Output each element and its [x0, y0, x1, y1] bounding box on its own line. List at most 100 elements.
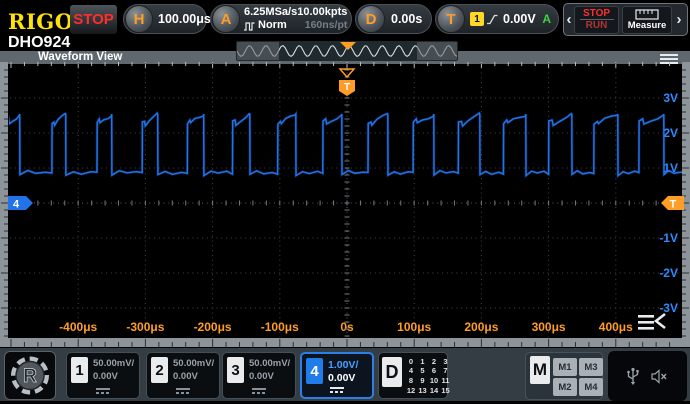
time-axis-label: 300μs: [532, 320, 566, 334]
digital-pin-label: 10: [429, 376, 439, 386]
memory-depth: 10.00kpts: [297, 6, 348, 18]
channel-4-scale: 1.00V/: [328, 359, 359, 371]
trigger-level-label: T: [670, 199, 677, 211]
channel-3-badge: 3: [227, 357, 244, 383]
horizontal-scale: 100.00μs/: [158, 12, 215, 26]
stop-run-button[interactable]: STOP RUN: [574, 5, 619, 34]
status-icons-box: [608, 351, 687, 401]
channel-4-offset: 0.00V: [328, 372, 356, 384]
settings-gear-button[interactable]: R: [4, 351, 56, 400]
rising-slope-icon: [487, 14, 498, 24]
acquire-knob-icon[interactable]: A: [212, 5, 240, 33]
digital-channels-box[interactable]: D 0 1 2 3 4 5 6 7 8 9 10 11 12 13 14 15: [378, 352, 450, 399]
pulse-mode-icon: [244, 21, 255, 31]
digital-pin-label: 6: [431, 366, 437, 376]
waveform-trace-ch4[interactable]: [0, 111, 690, 178]
volt-axis-label: -1V: [659, 231, 678, 245]
channel-1-box[interactable]: 1 50.00mV/ 0.00V: [66, 352, 140, 399]
coupling-icon: [176, 388, 190, 394]
digital-pin-label: 7: [443, 366, 448, 376]
waveform-overview-bar[interactable]: [236, 41, 458, 61]
math-m2-button[interactable]: M2: [553, 378, 577, 396]
channel-4-badge: 4: [306, 358, 323, 384]
trigger-panel[interactable]: T 1 0.00V A: [435, 4, 559, 34]
coupling-icon: [96, 388, 110, 394]
measure-button[interactable]: Measure: [622, 5, 672, 34]
math-m1-button[interactable]: M1: [553, 358, 577, 376]
volt-axis-label: -2V: [659, 266, 678, 280]
sample-resolution: 160ns/pt: [304, 19, 348, 31]
volt-axis-label: 3V: [663, 91, 678, 105]
digital-pin-label: 11: [441, 376, 450, 386]
channel-2-offset: 0.00V: [173, 371, 198, 382]
channel-2-scale: 50.00mV/: [173, 358, 215, 369]
usb-icon: [627, 367, 639, 385]
digital-pin-label: 15: [441, 385, 450, 395]
channel-3-scale: 50.00mV/: [249, 358, 291, 369]
time-axis-label: -300μs: [126, 320, 164, 334]
collapse-menu-icon[interactable]: [638, 312, 666, 330]
time-axis-label: 100μs: [397, 320, 431, 334]
acquisition-status-badge: STOP: [70, 5, 117, 34]
volt-axis-label: 2V: [663, 126, 678, 140]
digital-pin-label: 0: [408, 356, 414, 366]
channel-2-badge: 2: [151, 357, 168, 383]
quick-menu-cluster: ‹ STOP RUN Measure ›: [563, 3, 688, 36]
waveform-glow: [9, 108, 682, 179]
next-page-button[interactable]: ›: [674, 11, 684, 28]
channel-1-offset: 0.00V: [93, 371, 118, 382]
rigol-gear-icon: R: [11, 356, 49, 395]
delay-value: 0.00s: [391, 12, 423, 26]
bottom-ruler: [0, 338, 690, 347]
channel-2-box[interactable]: 2 50.00mV/ 0.00V: [146, 352, 220, 399]
channel-1-badge: 1: [71, 357, 88, 383]
delay-panel[interactable]: D 0.00s: [355, 4, 432, 34]
digital-pin-label: 8: [408, 376, 414, 386]
ruler-icon: [635, 8, 659, 20]
acquire-panel[interactable]: A 6.25MSa/s Norm 10.00kpts 160ns/pt: [210, 4, 352, 34]
coupling-icon: [330, 387, 344, 393]
math-box[interactable]: M M1 M3 M2 M4: [525, 352, 603, 400]
time-axis-label: -400μs: [59, 320, 97, 334]
speaker-muted-icon[interactable]: [651, 368, 668, 384]
digital-pin-label: 4: [408, 366, 414, 376]
digital-badge: D: [382, 357, 402, 387]
math-badge: M: [530, 356, 550, 384]
sample-rate: 6.25MSa/s: [244, 6, 298, 18]
channel-3-offset: 0.00V: [249, 371, 274, 382]
digital-pin-label: 14: [429, 385, 439, 395]
channel-3-box[interactable]: 3 50.00mV/ 0.00V: [222, 352, 296, 399]
auto-indicator: A: [542, 12, 551, 26]
digital-pin-label: 5: [420, 366, 425, 376]
time-axis-label: 400μs: [599, 320, 633, 334]
coupling-icon: [252, 388, 266, 394]
oscilloscope-screen: RIGOL STOP H 100.00μs/ A 6.25MSa/s Norm …: [0, 0, 690, 404]
trigger-level: 0.00V: [503, 12, 536, 26]
time-axis-label: -100μs: [261, 320, 299, 334]
top-ticks: [10, 62, 671, 68]
digital-pin-label: 2: [431, 356, 437, 366]
digital-pin-label: 1: [420, 356, 425, 366]
trigger-position-label: T: [344, 82, 350, 93]
model-label: DHO924: [8, 34, 71, 51]
horizontal-knob-icon[interactable]: H: [125, 5, 153, 33]
svg-text:R: R: [23, 366, 37, 387]
channel-4-offset-label: 4: [13, 199, 20, 211]
trigger-source-badge: 1: [470, 12, 484, 26]
horizontal-panel[interactable]: H 100.00μs/: [123, 4, 214, 34]
trigger-knob-icon[interactable]: T: [437, 5, 465, 33]
channel-4-offset-marker[interactable]: [8, 196, 33, 210]
channel-1-scale: 50.00mV/: [93, 358, 135, 369]
math-m3-button[interactable]: M3: [579, 358, 603, 376]
digital-pin-label: 12: [406, 385, 416, 395]
channel-4-box[interactable]: 4 1.00V/ 0.00V: [300, 352, 374, 399]
acquire-mode: Norm: [258, 19, 287, 31]
volt-axis-label: -3V: [659, 301, 678, 315]
graticule-area[interactable]: 3V 2V 1V -1V -2V -3V -400μs -300μs -200μs -100μs 0…: [0, 62, 690, 352]
digital-pin-label: 13: [418, 385, 427, 395]
math-m4-button[interactable]: M4: [579, 378, 603, 396]
delay-knob-icon[interactable]: D: [357, 5, 385, 33]
time-axis-label: 200μs: [464, 320, 498, 334]
center-axis-ticks: [10, 69, 671, 337]
prev-page-button[interactable]: ‹: [564, 11, 574, 28]
